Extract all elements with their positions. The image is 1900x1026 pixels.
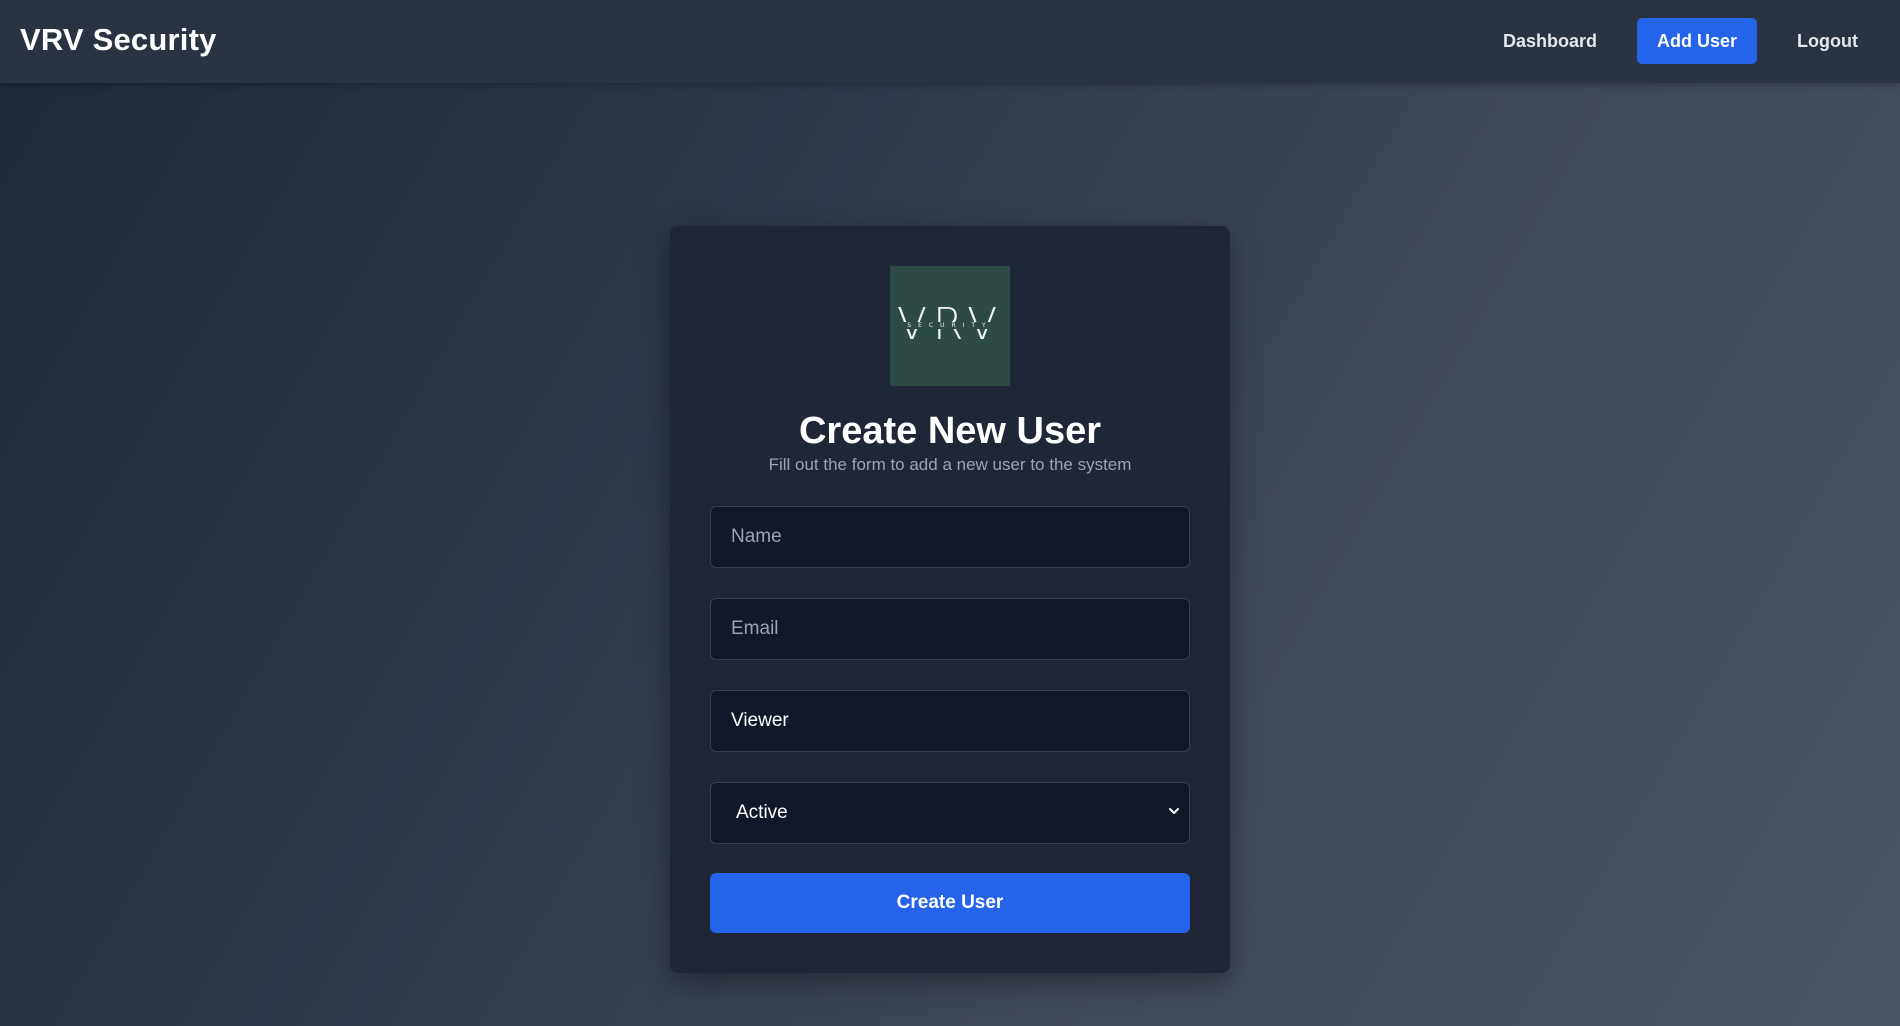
- status-select[interactable]: Active: [710, 782, 1190, 844]
- status-select-value: Active: [736, 802, 788, 823]
- email-input[interactable]: [710, 598, 1190, 660]
- brand-title: VRV Security: [20, 22, 217, 57]
- nav-dashboard-link[interactable]: Dashboard: [1483, 18, 1617, 64]
- name-input[interactable]: [710, 506, 1190, 568]
- nav-links: Dashboard Add User Logout: [1483, 18, 1878, 64]
- page-subtitle: Fill out the form to add a new user to t…: [768, 455, 1132, 474]
- nav-logout-link[interactable]: Logout: [1777, 18, 1878, 64]
- vrv-logo: VRV SECURITY: [890, 266, 1010, 386]
- create-user-card: VRV SECURITY Create New User Fill out th…: [670, 226, 1230, 973]
- logo-subtext: SECURITY: [902, 322, 998, 329]
- create-user-button[interactable]: Create User: [710, 873, 1190, 933]
- top-navbar: VRV Security Dashboard Add User Logout: [0, 0, 1900, 83]
- page-title: Create New User: [798, 410, 1102, 452]
- role-input[interactable]: [710, 690, 1190, 752]
- chevron-down-icon: [1169, 808, 1179, 814]
- nav-add-user-link[interactable]: Add User: [1637, 18, 1758, 64]
